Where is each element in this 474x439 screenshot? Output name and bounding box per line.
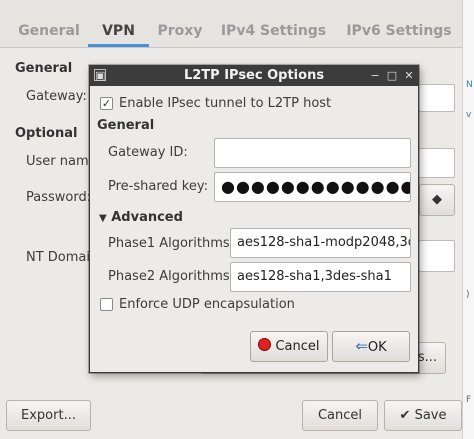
l2tp-ipsec-options-dialog: ▣ L2TP IPsec Options − □ ✕ ✓ Enable IPse… <box>89 65 419 373</box>
phase2-input[interactable]: aes128-sha1,3des-sha1 <box>230 262 411 292</box>
enable-ipsec-checkbox[interactable]: ✓ <box>100 97 113 110</box>
enable-ipsec-label[interactable]: Enable IPsec tunnel to L2TP host <box>119 96 331 111</box>
edge-mark: F <box>466 395 472 405</box>
dialog-cancel-label: Cancel <box>275 339 320 354</box>
gateway-label: Gateway: <box>26 89 87 104</box>
gateway-id-label: Gateway ID: <box>108 145 188 160</box>
udp-encapsulation-label[interactable]: Enforce UDP encapsulation <box>119 297 295 312</box>
gateway-field[interactable] <box>415 84 455 112</box>
dialog-ok-label: OK <box>367 340 387 355</box>
save-label: Save <box>414 408 447 423</box>
nt-domain-field[interactable] <box>415 240 455 272</box>
close-icon[interactable]: ✕ <box>402 69 416 83</box>
active-tab-indicator <box>88 44 149 47</box>
nt-domain-label: NT Domain <box>26 250 99 265</box>
phase1-input[interactable]: aes128-sha1-modp2048,3de <box>230 228 411 258</box>
psk-label: Pre-shared key: <box>108 179 208 194</box>
username-label: User name <box>26 154 97 169</box>
tab-ipv4-settings[interactable]: IPv4 Settings <box>211 14 336 48</box>
save-button[interactable]: ✔ Save <box>384 400 462 431</box>
tab-proxy[interactable]: Proxy <box>149 14 211 48</box>
tab-bar: General VPN Proxy IPv4 Settings IPv6 Set… <box>0 0 462 48</box>
expander-arrow-icon: ▼ <box>99 213 107 224</box>
phase2-label: Phase2 Algorithms: <box>108 269 235 284</box>
password-options-button[interactable]: ◆ <box>419 184 455 216</box>
advanced-label: Advanced <box>111 210 183 225</box>
edge-mark: v <box>466 110 472 120</box>
optional-heading: Optional <box>15 126 78 141</box>
tab-general[interactable]: General <box>10 14 88 48</box>
psk-input[interactable]: ●●●●●●●●●●●●●●● <box>214 172 411 202</box>
username-field[interactable] <box>415 148 455 178</box>
dialog-general-heading: General <box>97 118 155 133</box>
advanced-expander[interactable]: ▼ Advanced <box>99 210 183 225</box>
phase1-label: Phase1 Algorithms: <box>108 236 235 251</box>
edge-mark: ) <box>466 290 470 300</box>
general-heading: General <box>15 61 73 76</box>
udp-encapsulation-checkbox[interactable] <box>100 298 113 311</box>
tab-vpn[interactable]: VPN <box>88 14 149 48</box>
ok-arrow-icon: ⇐ <box>355 337 368 355</box>
tab-ipv6-settings[interactable]: IPv6 Settings <box>336 14 462 48</box>
export-button[interactable]: Export... <box>6 400 91 431</box>
dialog-cancel-button[interactable]: Cancel <box>250 331 328 362</box>
maximize-icon[interactable]: □ <box>385 69 399 83</box>
password-label: Password: <box>26 190 92 205</box>
cancel-icon <box>258 338 272 351</box>
dialog-titlebar: ▣ L2TP IPsec Options − □ ✕ <box>90 66 418 86</box>
minimize-icon[interactable]: − <box>368 69 382 83</box>
cancel-button[interactable]: Cancel <box>302 400 378 431</box>
edge-mark: N <box>466 80 473 90</box>
checkmark-icon: ✔ <box>399 408 411 423</box>
dialog-ok-button[interactable]: ⇐OK <box>332 331 410 362</box>
gateway-id-input[interactable] <box>214 138 411 168</box>
window-edge <box>462 0 474 439</box>
question-icon: ◆ <box>432 192 442 207</box>
